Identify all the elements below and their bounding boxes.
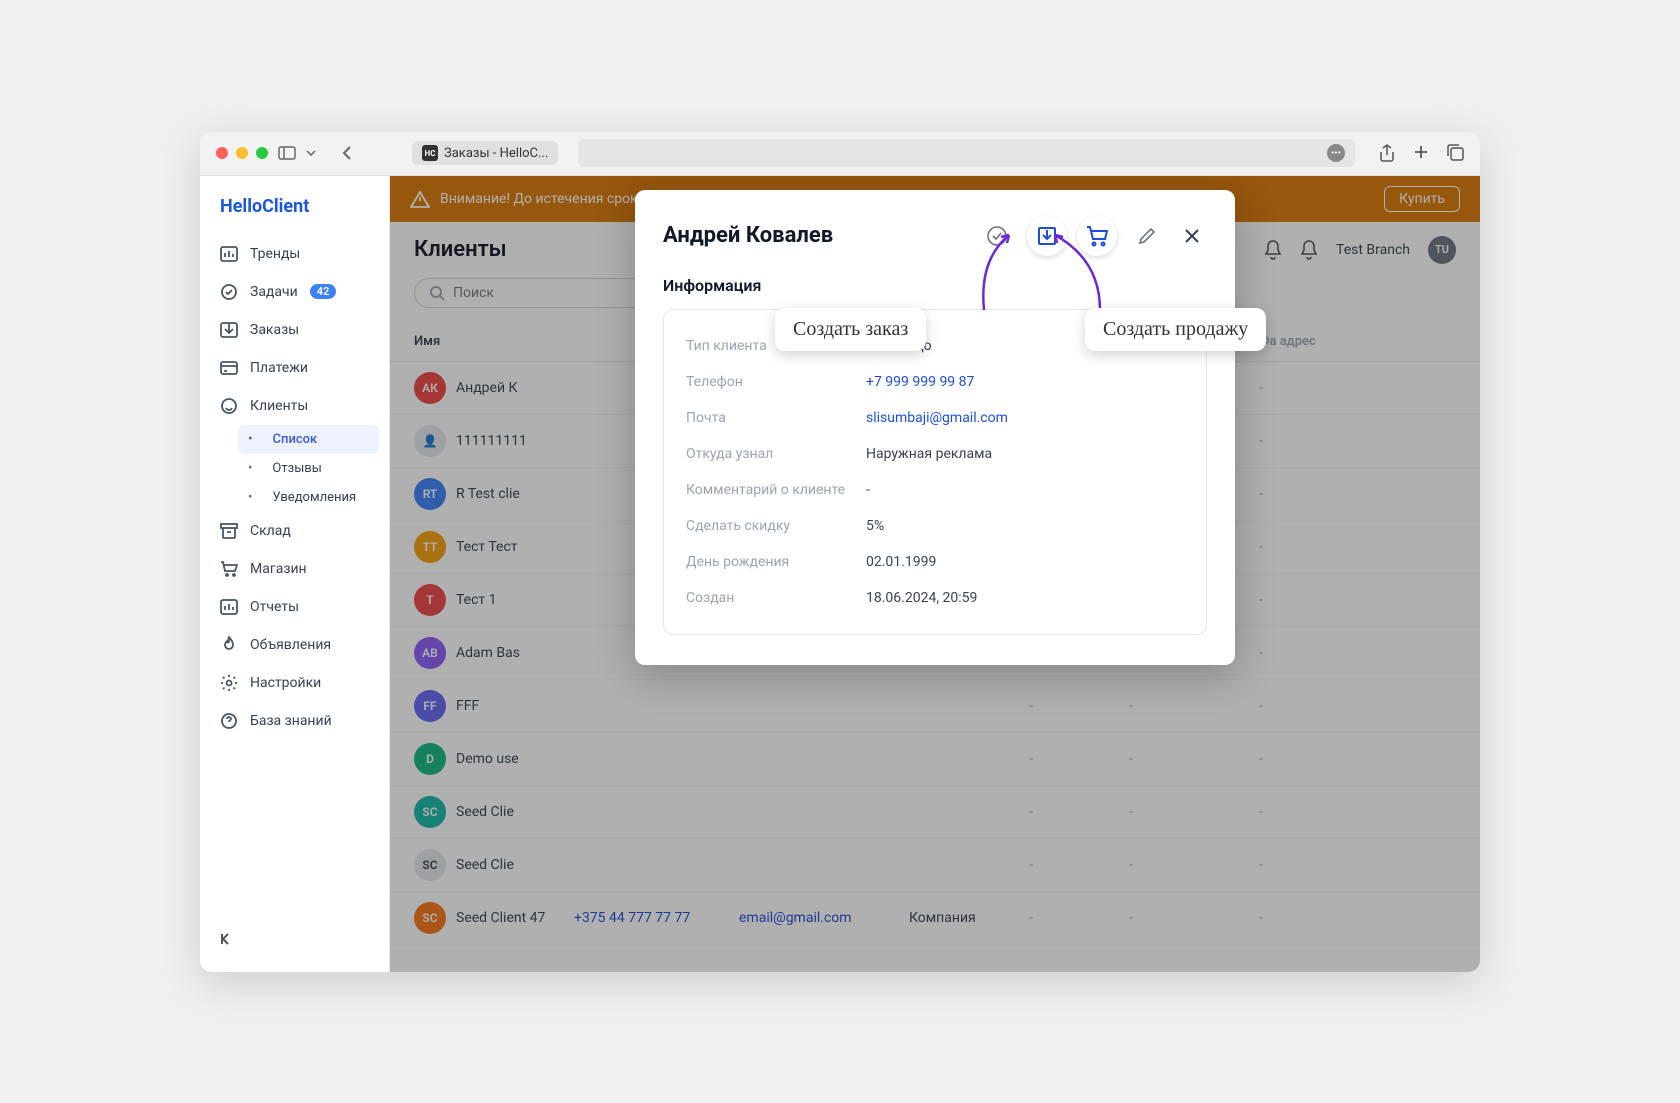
browser-chrome: HC Заказы - HelloC... •••: [200, 132, 1480, 176]
smile-icon: [220, 397, 238, 415]
url-bar[interactable]: •••: [578, 139, 1355, 167]
sidebar-toggle-icon[interactable]: [278, 146, 296, 160]
collapse-sidebar-button[interactable]: [210, 922, 379, 956]
info-row: Телефон+7 999 999 99 87: [686, 364, 1184, 400]
sidebar-item-label: Заказы: [250, 322, 299, 338]
chrome-actions: [1379, 144, 1464, 162]
sidebar-item-label: Клиенты: [250, 398, 308, 414]
sidebar-item-База знаний[interactable]: База знаний: [210, 702, 379, 740]
brand-logo[interactable]: HelloClient: [210, 192, 379, 235]
sidebar-item-label: Настройки: [250, 675, 321, 691]
tab-title: Заказы - HelloC...: [444, 146, 548, 161]
create-order-tooltip: Создать заказ: [775, 308, 926, 351]
card-icon: [220, 359, 238, 377]
info-label: Откуда узнал: [686, 446, 866, 462]
sidebar-item-Платежи[interactable]: Платежи: [210, 349, 379, 387]
browser-window: HC Заказы - HelloC... ••• HelloClient Тр…: [200, 132, 1480, 972]
sidebar-item-label: Отчеты: [250, 599, 299, 615]
help-icon: [220, 712, 238, 730]
sidebar-item-label: Объявления: [250, 637, 331, 653]
close-window-icon[interactable]: [216, 147, 228, 159]
chart-icon: [220, 598, 238, 616]
info-value: Наружная реклама: [866, 446, 1184, 462]
sidebar-item-Задачи[interactable]: Задачи 42: [210, 273, 379, 311]
chevron-down-icon[interactable]: [306, 150, 316, 156]
approve-button[interactable]: [977, 216, 1017, 256]
main-area: Внимание! До истечения срока действия ли…: [390, 176, 1480, 972]
minimize-window-icon[interactable]: [236, 147, 248, 159]
sidebar-item-label: Тренды: [250, 246, 300, 262]
info-card: Тип клиентаФиз. лицоТелефон+7 999 999 99…: [663, 309, 1207, 635]
maximize-window-icon[interactable]: [256, 147, 268, 159]
traffic-lights: [216, 147, 268, 159]
info-label: Почта: [686, 410, 866, 426]
modal-title: Андрей Ковалев: [663, 223, 833, 248]
cart-icon: [220, 560, 238, 578]
check-icon: [220, 283, 238, 301]
sidebar-item-Тренды[interactable]: Тренды: [210, 235, 379, 273]
sidebar-subitem-Уведомления[interactable]: Уведомления: [238, 483, 379, 512]
sidebar-item-Магазин[interactable]: Магазин: [210, 550, 379, 588]
sidebar-item-Заказы[interactable]: Заказы: [210, 311, 379, 349]
info-label: День рождения: [686, 554, 866, 570]
info-label: Комментарий о клиенте: [686, 482, 866, 498]
sidebar-item-Отчеты[interactable]: Отчеты: [210, 588, 379, 626]
info-value[interactable]: slisumbaji@gmail.com: [866, 410, 1184, 426]
close-modal-button[interactable]: [1177, 221, 1207, 251]
edit-button[interactable]: [1127, 216, 1167, 256]
sidebar-item-label: Задачи: [250, 284, 298, 300]
sidebar-item-Объявления[interactable]: Объявления: [210, 626, 379, 664]
info-row: День рождения02.01.1999: [686, 544, 1184, 580]
create-sale-tooltip: Создать продажу: [1085, 308, 1266, 351]
create-order-button[interactable]: [1027, 216, 1067, 256]
info-row: Создан18.06.2024, 20:59: [686, 580, 1184, 616]
sidebar-subitem-Список[interactable]: Список: [238, 425, 379, 454]
bars-icon: [220, 245, 238, 263]
create-sale-button[interactable]: [1077, 216, 1117, 256]
sidebar-subitem-Отзывы[interactable]: Отзывы: [238, 454, 379, 483]
tabs-icon[interactable]: [1447, 144, 1464, 162]
info-value: 18.06.2024, 20:59: [866, 590, 1184, 606]
info-row: Сделать скидку5%: [686, 508, 1184, 544]
sidebar-item-label: Склад: [250, 523, 291, 539]
sidebar-item-label: Платежи: [250, 360, 308, 376]
info-label: Телефон: [686, 374, 866, 390]
sidebar-item-Склад[interactable]: Склад: [210, 512, 379, 550]
browser-tab[interactable]: HC Заказы - HelloC...: [412, 141, 558, 165]
favicon-icon: HC: [422, 145, 438, 161]
sidebar: HelloClient Тренды Задачи 42 Заказы Платежи К…: [200, 176, 390, 972]
info-row: Откуда узналНаружная реклама: [686, 436, 1184, 472]
archive-icon: [220, 522, 238, 540]
inbox-icon: [220, 321, 238, 339]
client-detail-modal: Андрей Ковалев: [635, 190, 1235, 665]
nav-badge: 42: [310, 284, 337, 299]
url-menu-icon[interactable]: •••: [1327, 144, 1345, 162]
info-label: Сделать скидку: [686, 518, 866, 534]
info-value: -: [866, 482, 1184, 498]
back-icon[interactable]: [342, 145, 352, 161]
info-row: Почтаslisumbaji@gmail.com: [686, 400, 1184, 436]
sidebar-item-label: Магазин: [250, 561, 307, 577]
gear-icon: [220, 674, 238, 692]
info-value: 02.01.1999: [866, 554, 1184, 570]
share-icon[interactable]: [1379, 144, 1395, 162]
fire-icon: [220, 636, 238, 654]
sidebar-item-Настройки[interactable]: Настройки: [210, 664, 379, 702]
info-section-title: Информация: [663, 276, 1207, 295]
new-tab-icon[interactable]: [1413, 144, 1429, 162]
info-value: 5%: [866, 518, 1184, 534]
info-row: Комментарий о клиенте-: [686, 472, 1184, 508]
info-value[interactable]: +7 999 999 99 87: [866, 374, 1184, 390]
info-label: Создан: [686, 590, 866, 606]
sidebar-item-Клиенты[interactable]: Клиенты: [210, 387, 379, 425]
sidebar-item-label: База знаний: [250, 713, 332, 729]
app: HelloClient Тренды Задачи 42 Заказы Платежи К…: [200, 176, 1480, 972]
